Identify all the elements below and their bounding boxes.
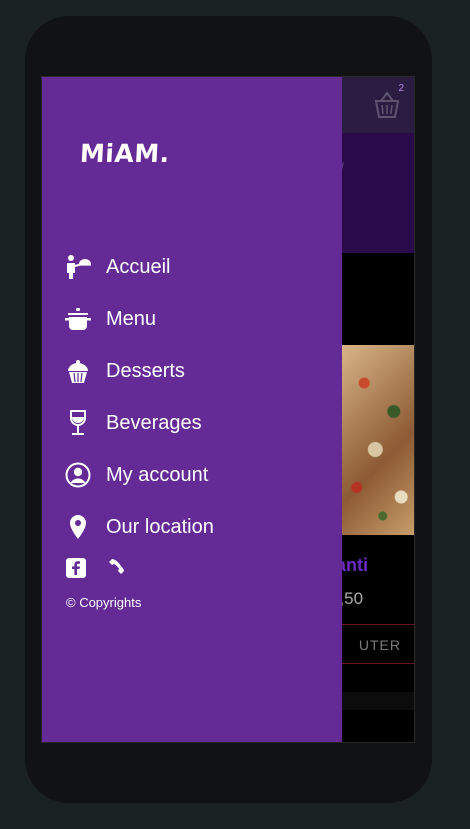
product-image[interactable] bbox=[342, 345, 414, 535]
brand-logo[interactable]: MiAM. bbox=[79, 139, 170, 168]
map-pin-icon bbox=[64, 513, 92, 541]
drawer-item-label: My account bbox=[106, 463, 209, 486]
drawer-item-label: Beverages bbox=[106, 411, 202, 434]
user-icon bbox=[64, 461, 92, 489]
drawer-item-menu[interactable]: Menu bbox=[64, 299, 156, 339]
cart-count-badge: 2 bbox=[398, 83, 404, 94]
facebook-icon[interactable] bbox=[66, 558, 86, 578]
drawer-item-label: Desserts bbox=[106, 359, 185, 382]
waiter-icon bbox=[64, 253, 92, 281]
drawer-item-our-location[interactable]: Our location bbox=[64, 507, 214, 547]
drawer-item-desserts[interactable]: Desserts bbox=[64, 351, 185, 391]
wine-glass-icon bbox=[64, 409, 92, 437]
copyright-text: © Copyrights bbox=[66, 595, 142, 610]
app-screen: 2 / quanti 3,50 UTER MiAM. Accueil bbox=[41, 76, 415, 743]
page-footer-strip bbox=[342, 692, 414, 710]
pot-icon bbox=[64, 305, 92, 333]
drawer-item-label: Menu bbox=[106, 307, 157, 330]
drawer-item-label: Accueil bbox=[106, 255, 171, 278]
drawer-item-beverages[interactable]: Beverages bbox=[64, 403, 202, 443]
side-drawer: MiAM. Accueil Menu Desserts Beverages My… bbox=[42, 77, 342, 742]
phone-icon[interactable] bbox=[104, 557, 126, 579]
drawer-item-accueil[interactable]: Accueil bbox=[64, 247, 170, 287]
cupcake-icon bbox=[64, 357, 92, 385]
drawer-item-label: Our location bbox=[106, 515, 214, 538]
drawer-item-my-account[interactable]: My account bbox=[64, 455, 208, 495]
social-links bbox=[66, 557, 126, 579]
